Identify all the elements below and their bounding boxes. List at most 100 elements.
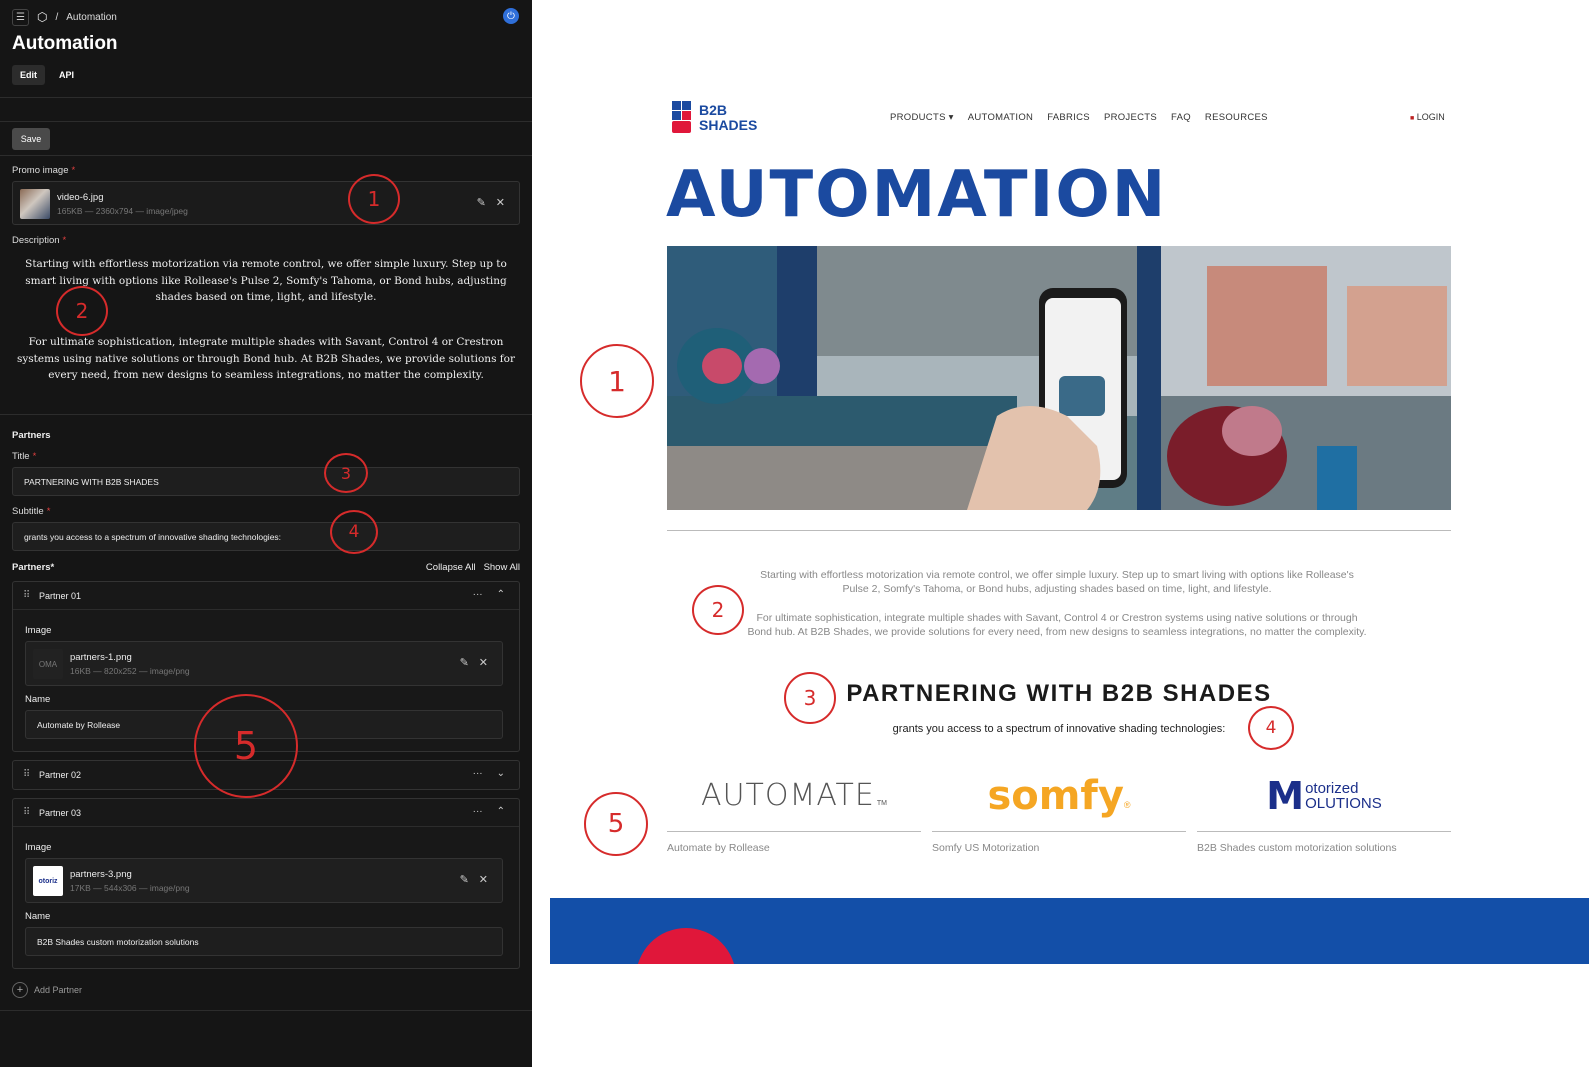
promo-image-thumbnail — [20, 189, 50, 219]
nav-item-resources[interactable]: RESOURCES — [1205, 112, 1268, 123]
collapse-all-link[interactable]: Collapse All — [426, 562, 476, 573]
site-logo[interactable]: B2B SHADES — [670, 100, 757, 136]
partner-image-field[interactable]: otoriz partners-3.png 17KB — 544x306 — i… — [25, 858, 503, 903]
partner-image-filename: partners-1.png — [70, 652, 132, 663]
drag-handle-icon[interactable]: ⠿ — [23, 590, 30, 601]
close-icon[interactable]: ✕ — [479, 873, 488, 886]
flag-icon: ■ — [1410, 115, 1415, 122]
partner-label: Automate by Rollease — [667, 842, 770, 854]
site-logo-text: B2B SHADES — [699, 103, 757, 133]
login-label: LOGIN — [1416, 112, 1445, 122]
menu-icon[interactable]: ☰ — [12, 8, 29, 26]
annotation-3-cms: 3 — [324, 453, 368, 493]
automate-logo-text: AUTOMATE — [701, 778, 875, 813]
chevron-up-icon[interactable]: ⌃ — [497, 589, 505, 600]
more-options-icon[interactable]: ··· — [473, 806, 483, 817]
ms-logo-line-2: OLUTIONS — [1305, 794, 1382, 812]
breadcrumb: ☰ ⬡ / Automation — [12, 8, 117, 26]
add-partner-button[interactable]: + Add Partner — [12, 982, 82, 998]
save-button[interactable]: Save — [12, 128, 50, 150]
annotation-1-cms: 1 — [348, 174, 400, 224]
partner-name-input[interactable]: B2B Shades custom motorization solutions — [25, 927, 503, 956]
chevron-down-icon[interactable]: ⌄ — [497, 768, 505, 779]
ms-monogram-icon: M — [1266, 773, 1305, 818]
divider — [0, 97, 532, 98]
nav-item-projects[interactable]: PROJECTS — [1104, 112, 1157, 123]
motorized-solutions-logo: M otorized OLUTIONS — [1197, 760, 1451, 832]
cms-editor-panel: ☰ ⬡ / Automation ⏻ Automation Edit API S… — [0, 0, 532, 1067]
tab-api[interactable]: API — [51, 65, 82, 85]
nav-item-faq[interactable]: FAQ — [1171, 112, 1191, 123]
partner-card[interactable]: M otorized OLUTIONS B2B Shades custom mo… — [1197, 760, 1451, 854]
page-title: Automation — [12, 33, 118, 54]
annotation-2-cms: 2 — [56, 286, 108, 336]
edit-icon[interactable]: ✎ — [460, 656, 469, 669]
close-icon[interactable]: ✕ — [496, 196, 505, 209]
partner-image-thumbnail: OMA — [33, 649, 63, 679]
cms-logo-icon[interactable]: ⬡ — [37, 10, 47, 24]
partner-item: ⠿ Partner 03 ··· ⌃ Image otoriz partners… — [12, 798, 520, 969]
website-preview: B2B SHADES PRODUCTS ▾ AUTOMATION FABRICS… — [532, 0, 1589, 1067]
section-divider — [667, 530, 1451, 531]
partners-section-heading: Partners — [12, 430, 51, 441]
partner-header[interactable]: ⠿ Partner 03 ··· ⌃ — [13, 799, 519, 827]
b2b-logo-icon — [672, 101, 691, 133]
partner-label: Somfy US Motorization — [932, 842, 1040, 854]
partner-image-thumbnail: otoriz — [33, 866, 63, 896]
description-paragraph-2[interactable]: For ultimate sophistication, integrate m… — [14, 334, 518, 384]
drag-handle-icon[interactable]: ⠿ — [23, 769, 30, 780]
subtitle-input[interactable]: grants you access to a spectrum of innov… — [12, 522, 520, 551]
partner-image-filename: partners-3.png — [70, 869, 132, 880]
partner-card[interactable]: AUTOMATE TM Automate by Rollease — [667, 760, 921, 854]
edit-icon[interactable]: ✎ — [460, 873, 469, 886]
partner-header[interactable]: ⠿ Partner 01 ··· ⌃ — [13, 582, 519, 610]
chevron-up-icon[interactable]: ⌃ — [497, 806, 505, 817]
somfy-logo-r: ® — [1123, 799, 1131, 810]
title-label: Title * — [12, 451, 37, 462]
login-link[interactable]: ■ LOGIN — [1410, 112, 1445, 122]
description-label: Description * — [12, 235, 67, 246]
promo-image-filename: video-6.jpg — [57, 192, 104, 203]
breadcrumb-current: Automation — [66, 11, 117, 23]
annotation-2-site: 2 — [692, 585, 744, 635]
partner-image-field[interactable]: OMA partners-1.png 16KB — 820x252 — imag… — [25, 641, 503, 686]
tab-edit[interactable]: Edit — [12, 65, 45, 85]
logo-line-1: B2B — [699, 102, 728, 118]
divider — [0, 121, 532, 122]
more-options-icon[interactable]: ··· — [473, 589, 483, 600]
add-partner-label: Add Partner — [34, 985, 83, 995]
breadcrumb-separator: / — [55, 11, 59, 23]
annotation-4-cms: 4 — [330, 510, 378, 554]
promo-image-meta: 165KB — 2360x794 — image/jpeg — [57, 206, 188, 216]
nav-item-automation[interactable]: AUTOMATION — [968, 112, 1033, 123]
nav-item-products[interactable]: PRODUCTS ▾ — [890, 112, 954, 123]
footer-decoration — [636, 928, 736, 964]
intro-paragraph-2: For ultimate sophistication, integrate m… — [747, 612, 1367, 638]
partners-list-label: Partners* — [12, 562, 55, 573]
drag-handle-icon[interactable]: ⠿ — [23, 807, 30, 818]
partner-image-meta: 17KB — 544x306 — image/png — [70, 883, 190, 893]
ms-logo-line-1: otorized — [1305, 779, 1359, 797]
promo-image-field[interactable]: video-6.jpg 165KB — 2360x794 — image/jpe… — [12, 181, 520, 225]
annotation-3-site: 3 — [784, 672, 836, 724]
subtitle-label: Subtitle * — [12, 506, 51, 517]
somfy-logo-text: somfy — [987, 772, 1124, 819]
close-icon[interactable]: ✕ — [479, 656, 488, 669]
annotation-1-site: 1 — [580, 344, 654, 418]
partner-image-meta: 16KB — 820x252 — image/png — [70, 666, 190, 676]
more-options-icon[interactable]: ··· — [473, 768, 483, 779]
nav-item-fabrics[interactable]: FABRICS — [1047, 112, 1090, 123]
image-label: Image — [25, 842, 52, 853]
automate-logo-tm: TM — [876, 800, 887, 807]
promo-image-label: Promo image * — [12, 165, 76, 176]
annotation-4-site: 4 — [1248, 706, 1294, 750]
user-avatar-icon[interactable]: ⏻ — [503, 8, 519, 24]
show-all-link[interactable]: Show All — [484, 562, 520, 573]
partner-card[interactable]: somfy ® Somfy US Motorization — [932, 760, 1186, 854]
title-input[interactable]: PARTNERING WITH B2B SHADES — [12, 467, 520, 496]
edit-icon[interactable]: ✎ — [477, 196, 486, 209]
editor-tabs: Edit API — [12, 65, 82, 85]
partner-header-label: Partner 03 — [39, 808, 82, 818]
partner-label: B2B Shades custom motorization solutions — [1197, 842, 1397, 854]
partner-header-label: Partner 01 — [39, 591, 82, 601]
